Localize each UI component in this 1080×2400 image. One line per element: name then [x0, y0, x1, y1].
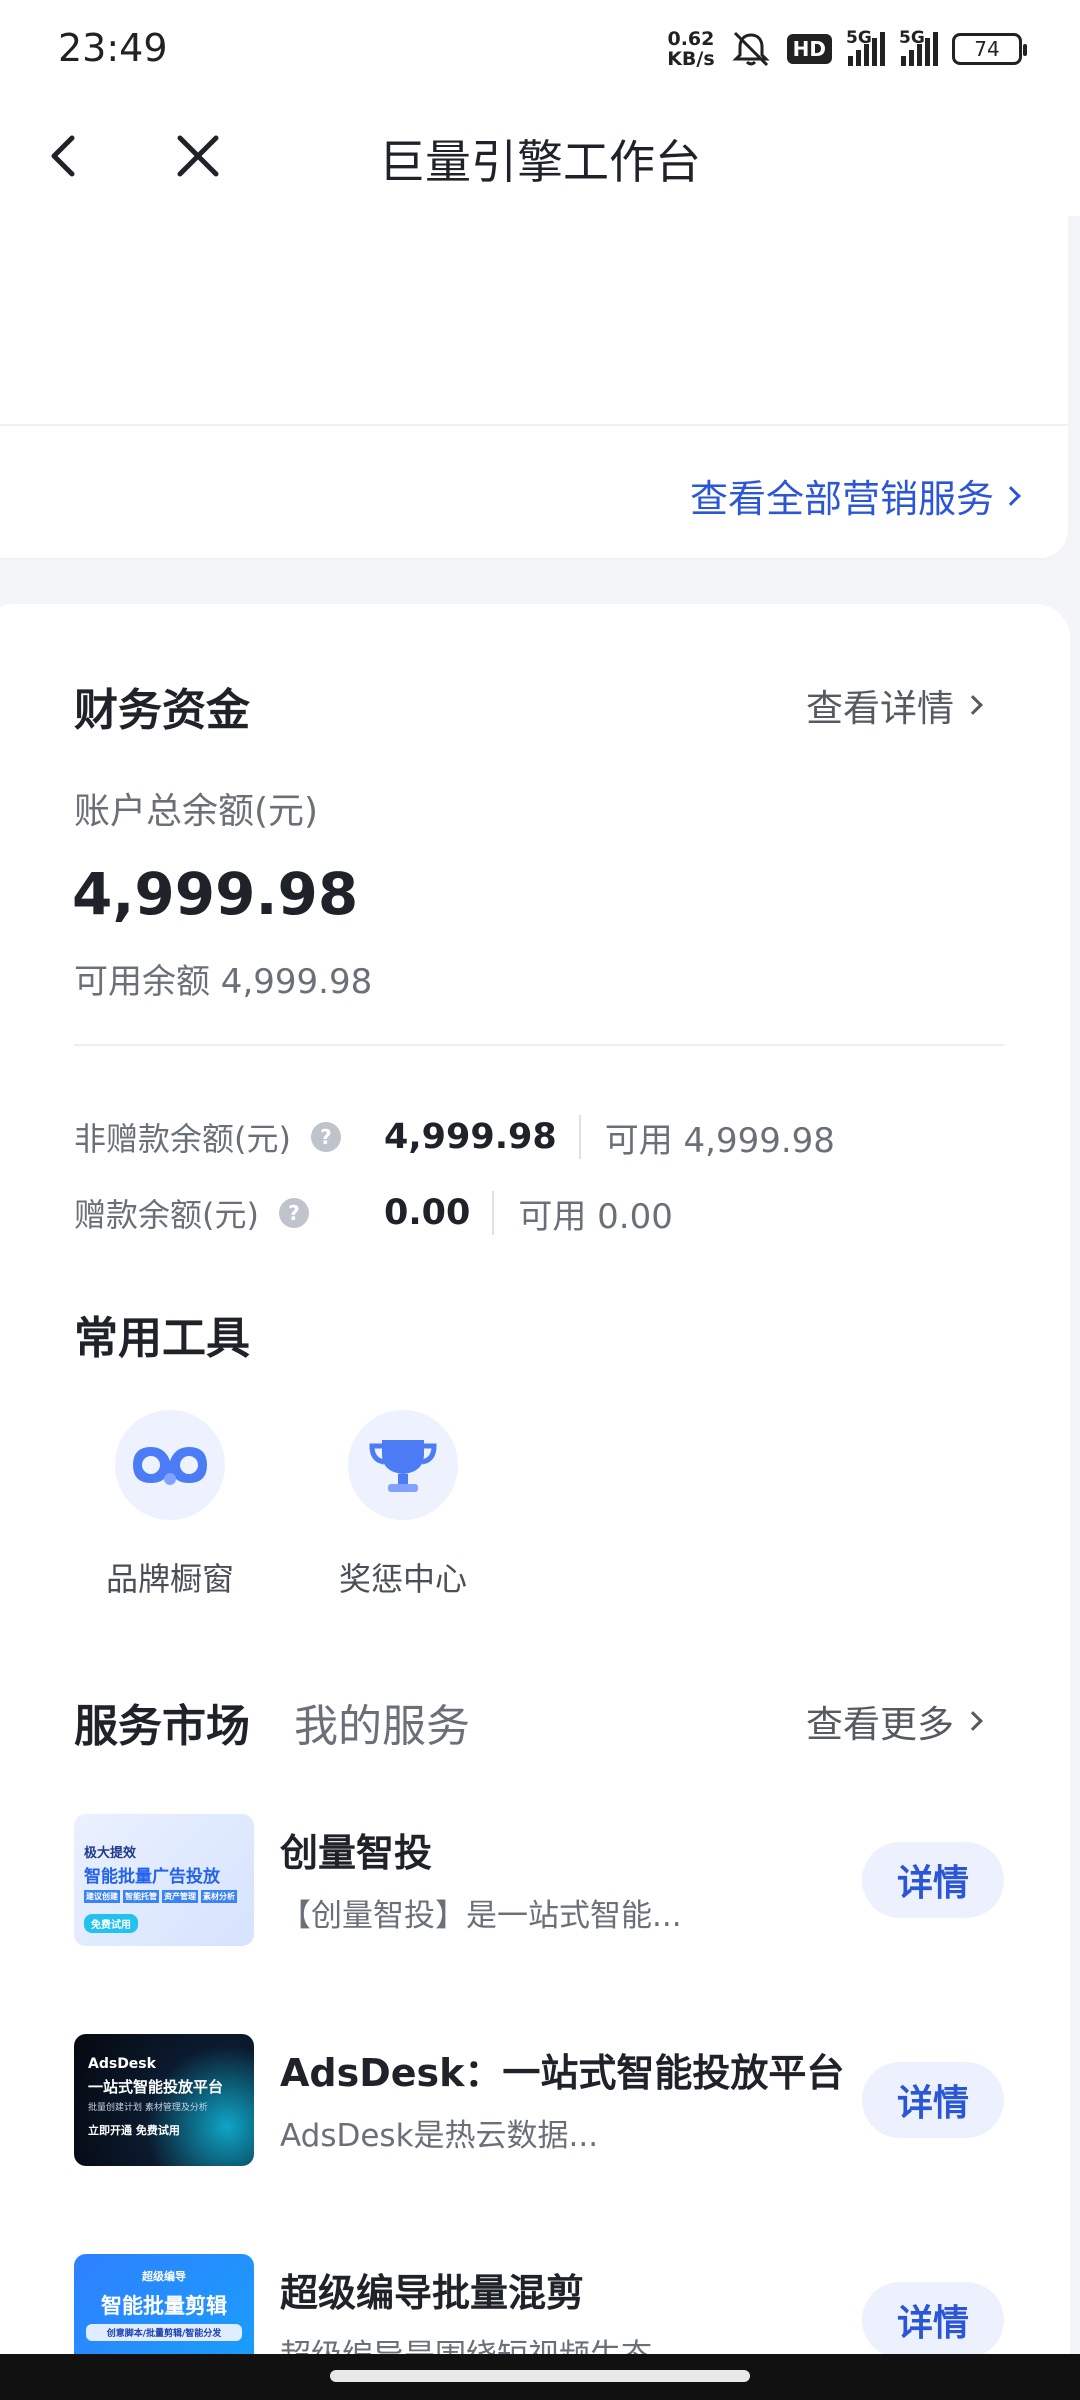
gift-balance-row: 赠款余额(元) ? 0.00 可用 0.00: [74, 1188, 673, 1238]
service-name: 创量智投: [280, 1831, 433, 1875]
divider: [74, 1044, 1004, 1046]
marketing-services-card: 查看全部营销服务: [0, 216, 1068, 558]
details-button[interactable]: 详情: [862, 1842, 1004, 1918]
details-button[interactable]: 详情: [862, 2282, 1004, 2358]
finance-title: 财务资金: [74, 685, 250, 736]
service-desc: 【创量智投】是一站式智能...: [280, 1898, 682, 1934]
help-icon[interactable]: ?: [278, 1198, 309, 1228]
total-balance-value: 4,999.98: [72, 860, 359, 928]
view-all-services-link[interactable]: 查看全部营销服务: [690, 468, 1021, 523]
signal-icon: 5G: [899, 28, 938, 66]
chevron-right-icon: [963, 695, 983, 715]
tab-my-services[interactable]: 我的服务: [294, 1690, 470, 1754]
chevron-right-icon: [963, 1711, 983, 1731]
gift-balance-value: 0.00: [384, 1191, 495, 1235]
help-icon[interactable]: ?: [310, 1122, 341, 1152]
service-thumbnail: AdsDesk 一站式智能投放平台 批量创建计划 素材管理及分析 立即开通 免费…: [74, 2034, 254, 2166]
tab-service-market[interactable]: 服务市场: [74, 1690, 250, 1754]
page-title: 巨量引擎工作台: [379, 135, 701, 189]
non-gift-balance-row: 非赠款余额(元) ? 4,999.98 可用 4,999.98: [74, 1112, 835, 1162]
status-icons: 0.62 KB/s HD 5G 5G 74: [667, 26, 1027, 72]
view-details-link[interactable]: 查看详情: [806, 678, 983, 732]
service-item[interactable]: 极大提效 智能批量广告投放 建议创建 智能托管 资产管理 素材分析 免费试用 创…: [74, 1814, 1004, 1946]
hd-badge: HD: [786, 34, 832, 64]
non-gift-available: 可用 4,999.98: [604, 1120, 835, 1161]
gesture-bar-area: [0, 2354, 1080, 2400]
divider: [0, 424, 1068, 426]
chevron-right-icon: [1001, 485, 1021, 506]
service-desc: AdsDesk是热云数据...: [280, 2118, 599, 2154]
tool-label: 奖惩中心: [338, 1560, 467, 1598]
signal-icon: 5G: [846, 28, 885, 66]
service-item[interactable]: AdsDesk 一站式智能投放平台 批量创建计划 素材管理及分析 立即开通 免费…: [74, 2034, 1004, 2166]
details-button[interactable]: 详情: [862, 2062, 1004, 2138]
status-time: 23:49: [58, 26, 168, 70]
trophy-icon: [369, 1440, 437, 1492]
service-name: AdsDesk：一站式智能投放平台: [280, 2051, 845, 2095]
view-more-link[interactable]: 查看更多: [806, 1694, 983, 1748]
tools-title: 常用工具: [74, 1313, 250, 1364]
tool-brand-window[interactable]: 品牌橱窗: [80, 1410, 260, 1600]
home-indicator[interactable]: [330, 2370, 750, 2382]
nav-bar: 巨量引擎工作台: [0, 96, 1080, 216]
service-name: 超级编导批量混剪: [280, 2271, 585, 2315]
available-balance: 可用余额 4,999.98: [74, 962, 373, 1002]
tool-label: 品牌橱窗: [105, 1560, 234, 1598]
network-speed: 0.62 KB/s: [667, 28, 715, 70]
mute-bell-icon: [732, 31, 770, 67]
gift-available: 可用 0.00: [518, 1196, 673, 1237]
status-bar: 23:49 0.62 KB/s HD 5G 5G 74: [0, 0, 1080, 96]
battery-icon: 74: [952, 33, 1027, 65]
service-thumbnail: 极大提效 智能批量广告投放 建议创建 智能托管 资产管理 素材分析 免费试用: [74, 1814, 254, 1946]
non-gift-balance-value: 4,999.98: [384, 1115, 581, 1159]
total-balance-label: 账户总余额(元): [74, 791, 319, 832]
tool-reward-center[interactable]: 奖惩中心: [313, 1410, 493, 1600]
main-card: 财务资金 查看详情 账户总余额(元) 4,999.98 可用余额 4,999.9…: [0, 604, 1070, 2400]
brand-window-icon: [133, 1447, 207, 1485]
